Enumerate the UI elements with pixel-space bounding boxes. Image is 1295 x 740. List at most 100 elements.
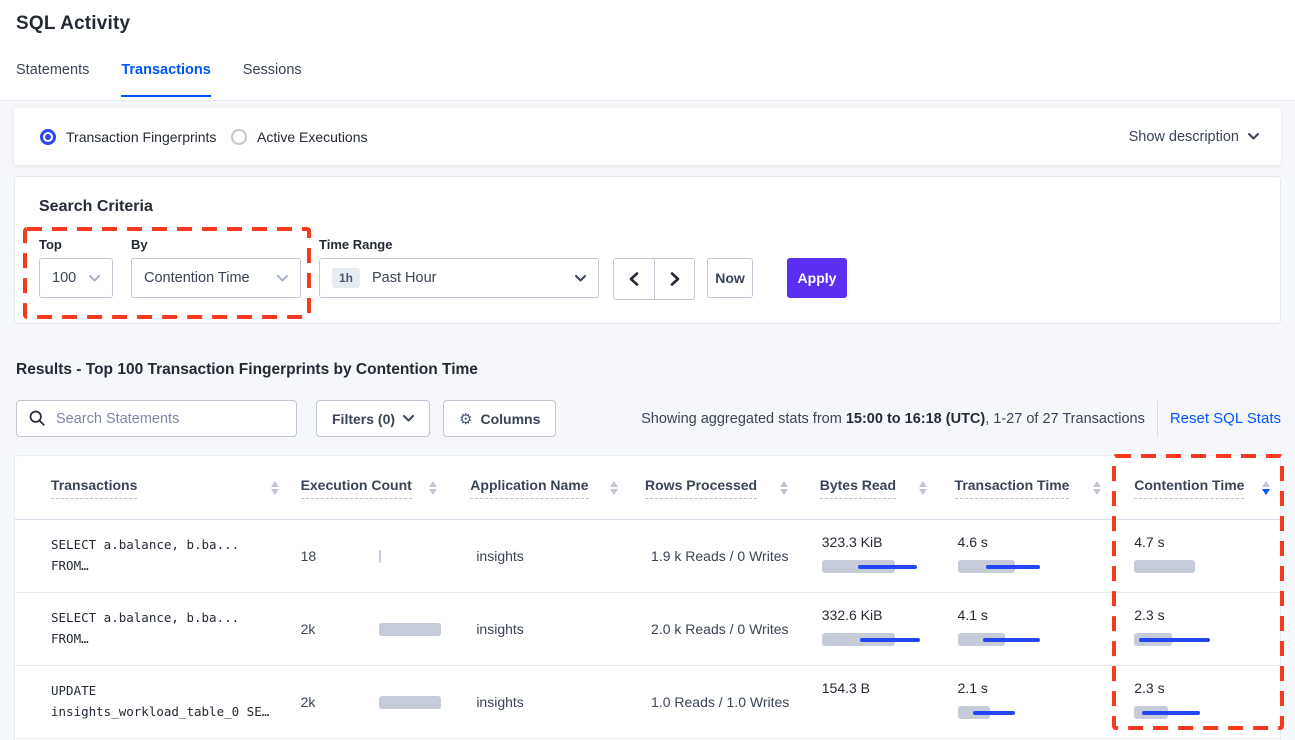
time-range-value: Past Hour [372, 270, 575, 286]
column-header-bytes-read[interactable]: Bytes Read [820, 477, 955, 499]
columns-button[interactable]: ⚙ Columns [443, 400, 556, 437]
bytes-read-cell: 154.3 B [820, 666, 955, 738]
rows-processed-cell: 1.0 Reads / 1.0 Writes [645, 666, 820, 738]
column-header-contention-time[interactable]: Contention Time [1134, 477, 1280, 499]
chevron-down-icon [575, 275, 586, 282]
contention-time-cell: 2.3 s [1134, 593, 1280, 665]
search-icon [29, 410, 45, 426]
transaction-fingerprint-link[interactable]: UPDATE insights_workload_table_0 SE… [51, 666, 301, 738]
aggregated-stats-text: Showing aggregated stats from 15:00 to 1… [641, 411, 1145, 427]
chevron-down-icon [277, 275, 288, 282]
by-field-label: By [131, 237, 148, 252]
columns-label: Columns [480, 411, 540, 427]
stats-time-range: 15:00 to 16:18 (UTC) [846, 411, 985, 427]
filters-label: Filters (0) [332, 411, 395, 427]
execution-count-bar [379, 696, 441, 709]
search-criteria-heading: Search Criteria [39, 198, 153, 216]
page-title: SQL Activity [16, 13, 130, 35]
transactions-table: Transactions Execution Count Application… [14, 455, 1281, 740]
chevron-down-icon [1248, 133, 1259, 140]
radio-active-executions[interactable]: Active Executions [231, 108, 368, 165]
time-range-badge: 1h [332, 268, 360, 288]
application-name-cell: insights [470, 666, 645, 738]
show-description-toggle[interactable]: Show description [1129, 108, 1259, 165]
top-field-label: Top [39, 237, 62, 252]
transaction-fingerprint-link[interactable]: SELECT a.balance, b.ba... FROM… [51, 520, 301, 592]
page-header: SQL Activity Statements Transactions Ses… [0, 0, 1295, 101]
transaction-time-bar [958, 633, 1135, 646]
time-range-pager [613, 258, 695, 300]
radio-label: Transaction Fingerprints [66, 129, 216, 145]
sort-icon[interactable] [610, 481, 618, 495]
time-range-label: Time Range [319, 237, 392, 252]
reset-sql-stats-link[interactable]: Reset SQL Stats [1170, 410, 1281, 427]
transaction-time-cell: 4.1 s [955, 593, 1135, 665]
transaction-fingerprint-link[interactable]: SELECT a.balance, b.ba... FROM… [51, 593, 301, 665]
view-toggle-bar: Transaction Fingerprints Active Executio… [14, 108, 1281, 165]
chevron-down-icon [89, 275, 100, 282]
transaction-time-bar [958, 560, 1135, 573]
bytes-read-bar [822, 633, 955, 646]
radio-label: Active Executions [257, 129, 368, 145]
transaction-time-cell: 4.6 s [955, 520, 1135, 592]
chevron-down-icon [403, 415, 414, 422]
chevron-right-icon [670, 272, 680, 286]
tab-bar: Statements Transactions Sessions [16, 62, 302, 97]
sort-icon[interactable] [1093, 481, 1101, 495]
rows-processed-cell: 1.9 k Reads / 0 Writes [645, 520, 820, 592]
application-name-cell: insights [470, 520, 645, 592]
contention-time-cell: 4.7 s [1134, 520, 1280, 592]
table-header-row: Transactions Execution Count Application… [15, 456, 1280, 520]
radio-selected-icon[interactable] [40, 129, 56, 145]
next-range-button[interactable] [654, 259, 694, 299]
previous-range-button[interactable] [614, 259, 654, 299]
top-select-value: 100 [52, 270, 89, 286]
execution-count-cell: 2k [301, 593, 471, 665]
tab-statements[interactable]: Statements [16, 62, 89, 97]
sql-activity-page: SQL Activity Statements Transactions Ses… [0, 0, 1295, 740]
tab-transactions[interactable]: Transactions [121, 62, 210, 97]
execution-count-bar [379, 623, 441, 636]
column-header-transactions[interactable]: Transactions [51, 477, 301, 499]
by-select[interactable]: Contention Time [131, 258, 301, 298]
radio-unselected-icon[interactable] [231, 129, 247, 145]
application-name-cell: insights [470, 593, 645, 665]
table-row: UPDATE insights_workload_table_0 SE… 2k … [15, 666, 1280, 739]
sort-icon[interactable] [919, 481, 927, 495]
contention-time-bar [1134, 560, 1280, 573]
toolbar-divider [1157, 401, 1158, 437]
sort-icon[interactable] [271, 481, 279, 495]
chevron-left-icon [629, 272, 639, 286]
column-header-application-name[interactable]: Application Name [470, 477, 645, 499]
time-range-select[interactable]: 1h Past Hour [319, 258, 599, 298]
filters-button[interactable]: Filters (0) [316, 400, 430, 437]
execution-count-bar [379, 550, 381, 563]
apply-button[interactable]: Apply [787, 258, 847, 298]
search-statements-input[interactable] [16, 400, 297, 437]
column-header-transaction-time[interactable]: Transaction Time [955, 477, 1135, 499]
tab-sessions[interactable]: Sessions [243, 62, 302, 97]
table-row: SELECT a.balance, b.ba... FROM… 2k insig… [15, 593, 1280, 666]
header-divider [0, 100, 1295, 101]
sort-icon-active-desc[interactable] [1262, 481, 1270, 495]
radio-transaction-fingerprints[interactable]: Transaction Fingerprints [40, 108, 216, 165]
results-heading: Results - Top 100 Transaction Fingerprin… [16, 361, 478, 379]
search-statements-wrap [16, 400, 297, 437]
sort-icon[interactable] [429, 481, 437, 495]
now-button[interactable]: Now [707, 258, 753, 298]
bytes-read-bar [822, 560, 955, 573]
contention-time-cell: 2.3 s [1134, 666, 1280, 738]
bytes-read-bar [822, 706, 955, 719]
execution-count-cell: 2k [301, 666, 471, 738]
table-row: SELECT a.balance, b.ba... FROM… 18 insig… [15, 520, 1280, 593]
top-select[interactable]: 100 [39, 258, 113, 298]
contention-time-bar [1134, 633, 1280, 646]
transaction-time-bar [958, 706, 1135, 719]
execution-count-cell: 18 [301, 520, 471, 592]
column-header-execution-count[interactable]: Execution Count [301, 477, 471, 499]
by-select-value: Contention Time [144, 270, 277, 286]
column-header-rows-processed[interactable]: Rows Processed [645, 477, 820, 499]
results-toolbar: Filters (0) ⚙ Columns Showing aggregated… [16, 400, 1281, 437]
sort-icon[interactable] [780, 481, 788, 495]
contention-time-bar [1134, 706, 1280, 719]
